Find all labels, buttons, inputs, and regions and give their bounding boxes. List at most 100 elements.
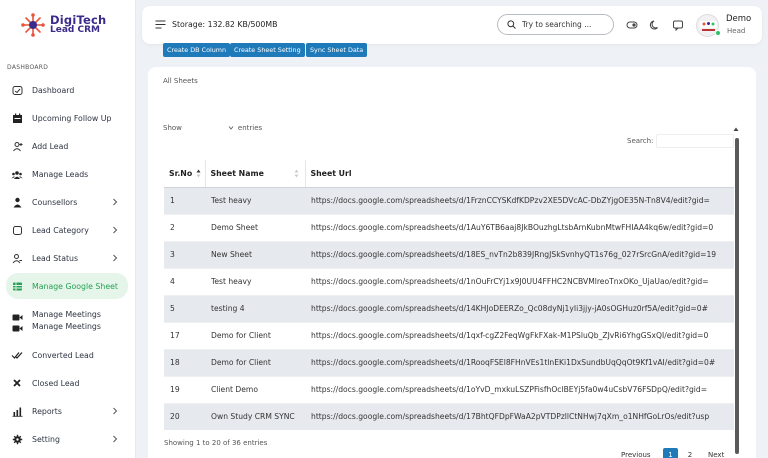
entries-length-control: Show entries — [163, 123, 262, 133]
chevron-right-icon — [113, 254, 118, 262]
table-row[interactable]: 18 Demo for Client https://docs.google.com… — [164, 349, 734, 377]
sidebar-item-label: Manage Leads — [32, 169, 89, 179]
sync-sheet-data-button[interactable]: Sync Sheet Data — [306, 43, 368, 57]
column-header-sheet-name[interactable]: Sheet Name — [205, 160, 306, 188]
chat-message-icon[interactable] — [672, 19, 684, 31]
cell-sheet-name: Demo for Client — [205, 349, 305, 377]
sort-asc-icon — [196, 169, 200, 178]
table-row[interactable]: 20 Own Study CRM SYNC https://docs.google.… — [164, 403, 734, 430]
dark-mode-moon-icon[interactable] — [649, 19, 661, 31]
bar-chart-icon — [11, 405, 23, 417]
sidebar-item-label: Converted Lead — [32, 350, 94, 360]
cell-srno: 20 — [164, 403, 205, 430]
global-search-input[interactable]: Try to searching ... — [497, 14, 614, 35]
cell-sheet-url[interactable]: https://docs.google.com/spreadsheets/d/1… — [305, 349, 734, 377]
show-label: Show — [163, 124, 182, 132]
create-db-column-button[interactable]: Create DB Column — [163, 43, 231, 57]
sidebar-item-converted-lead[interactable]: Converted Lead — [6, 342, 128, 368]
sidebar-item-label: Manage Meetings — [32, 310, 101, 319]
cell-sheet-url[interactable]: https://docs.google.com/spreadsheets/d/1… — [305, 187, 734, 215]
brand-name-line2: Lead CRM — [50, 25, 100, 35]
sidebar-item-setting[interactable]: Setting — [6, 426, 128, 452]
entries-select[interactable] — [185, 123, 235, 133]
pagination-next[interactable]: Next — [708, 448, 724, 458]
cell-sheet-url[interactable]: https://docs.google.com/spreadsheets/d/1… — [305, 376, 734, 404]
sidebar-item-upcoming-follow-up[interactable]: Upcoming Follow Up — [6, 105, 128, 131]
table-row[interactable]: 17 Demo for Client https://docs.google.com… — [164, 322, 734, 350]
table-row[interactable]: 5 testing 4 https://docs.google.com/spread… — [164, 295, 734, 323]
cell-srno: 19 — [164, 376, 205, 404]
pagination-previous[interactable]: Previous — [621, 448, 651, 458]
sidebar-item-dashboard[interactable]: Dashboard — [6, 77, 128, 103]
column-header-sheet-url[interactable]: Sheet Url — [305, 160, 734, 188]
table-row[interactable]: 2 Demo Sheet https://docs.google.com/sprea… — [164, 214, 734, 242]
sidebar-item-label: Lead Category — [32, 225, 89, 235]
cell-sheet-name: testing 4 — [205, 295, 305, 323]
video-meeting-icon — [11, 322, 23, 334]
cell-srno: 5 — [164, 295, 205, 323]
table-row[interactable]: 3 New Sheet https://docs.google.com/spread… — [164, 241, 734, 269]
sidebar-item-manage-google-sheet[interactable]: Manage Google Sheet — [6, 273, 128, 299]
table-header-row: Sr.No Sheet Name Sheet Url — [164, 160, 734, 188]
sidebar: DigiTech Lead CRM DASHBOARD Dashboard Up… — [0, 0, 136, 458]
cell-sheet-name: Test heavy — [205, 187, 305, 215]
sheets-table: Sr.No Sheet Name Sheet Url 1 Test heavy ht… — [164, 160, 734, 430]
chevron-right-icon — [113, 198, 118, 206]
scroll-up-arrow-icon[interactable] — [733, 126, 739, 132]
sheet-icon — [11, 280, 23, 292]
top-bar: Storage: 132.82 KB/500MB Try to searchin… — [142, 6, 762, 44]
cell-sheet-name: Demo for Client — [205, 322, 305, 350]
sidebar-item-lead-category[interactable]: Lead Category — [6, 217, 128, 243]
cell-sheet-name: Demo Sheet — [205, 214, 305, 242]
sidebar-item-label: Lead Status — [32, 253, 79, 263]
cell-sheet-name: Client Demo — [205, 376, 305, 404]
sort-icon — [294, 169, 298, 178]
hamburger-menu-icon[interactable] — [155, 20, 166, 29]
cell-sheet-url[interactable]: https://docs.google.com/spreadsheets/d/1… — [305, 322, 734, 350]
cell-srno: 17 — [164, 322, 205, 350]
table-row[interactable]: 19 Client Demo https://docs.google.com/spr… — [164, 376, 734, 404]
cell-sheet-url[interactable]: https://docs.google.com/spreadsheets/d/1… — [305, 268, 734, 296]
pagination-page-1[interactable]: 1 — [663, 448, 678, 458]
dashboard-icon — [11, 84, 23, 96]
table-row[interactable]: 1 Test heavy https://docs.google.com/sprea… — [164, 187, 734, 215]
cell-sheet-url[interactable]: https://docs.google.com/spreadsheets/d/1… — [305, 214, 734, 242]
sidebar-item-counsellors[interactable]: Counsellors — [6, 189, 128, 215]
cell-sheet-url[interactable]: https://docs.google.com/spreadsheets/d/1… — [305, 241, 734, 269]
sidebar-item-label: Setting — [32, 434, 60, 444]
user-status-icon — [11, 252, 23, 264]
sidebar-item-closed-lead[interactable]: Closed Lead — [6, 370, 128, 396]
sidebar-item-manage-leads[interactable]: Manage Leads — [6, 161, 128, 187]
storage-usage: Storage: 132.82 KB/500MB — [172, 20, 278, 29]
cell-sheet-name: Test heavy — [205, 268, 305, 296]
sidebar-item-lead-status[interactable]: Lead Status — [6, 245, 128, 271]
cell-sheet-url[interactable]: https://docs.google.com/spreadsheets/d/1… — [305, 295, 734, 323]
gear-icon — [11, 433, 23, 445]
sidebar-item-add-lead[interactable]: Add Lead — [6, 133, 128, 159]
table-row[interactable]: 4 Test heavy https://docs.google.com/sprea… — [164, 268, 734, 296]
sidebar-item-reports[interactable]: Reports — [6, 398, 128, 424]
chevron-right-icon — [113, 407, 118, 415]
cell-srno: 18 — [164, 349, 205, 377]
users-group-icon — [11, 168, 23, 180]
create-sheet-setting-button[interactable]: Create Sheet Setting — [230, 43, 305, 57]
cell-srno: 1 — [164, 187, 205, 215]
table-search-input[interactable] — [656, 134, 734, 148]
cell-srno: 2 — [164, 214, 205, 242]
sidebar-item-label: Add Lead — [32, 141, 69, 151]
toggle-switch-icon[interactable] — [626, 19, 638, 31]
sidebar-item-manage-meetings[interactable]: Manage Meetings Manage Meetings — [6, 308, 128, 334]
breadcrumb: All Sheets — [163, 77, 198, 85]
cell-sheet-url[interactable]: https://docs.google.com/spreadsheets/d/1… — [305, 403, 734, 430]
brand-logo[interactable]: DigiTech Lead CRM — [20, 8, 120, 42]
pagination-page-2[interactable]: 2 — [684, 448, 696, 458]
vertical-scrollbar[interactable] — [735, 138, 739, 454]
user-name: Demo — [726, 14, 752, 24]
double-check-icon — [11, 349, 23, 361]
column-header-srno[interactable]: Sr.No — [164, 160, 206, 188]
search-icon — [507, 20, 516, 29]
user-role: Head — [727, 27, 746, 35]
sidebar-item-label: Upcoming Follow Up — [32, 113, 112, 123]
logo-mark-icon — [20, 12, 46, 38]
sidebar-item-label: Manage Google Sheet — [32, 281, 118, 291]
